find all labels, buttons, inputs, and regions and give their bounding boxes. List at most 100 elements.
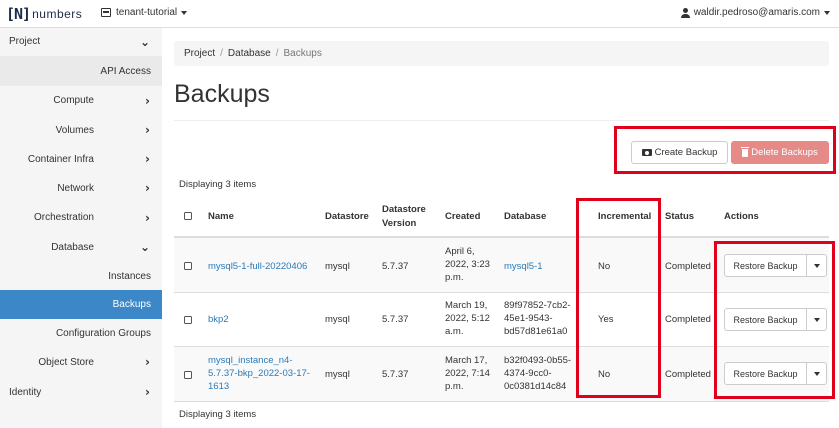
breadcrumb-separator: / — [275, 48, 279, 59]
chevron-down-icon: ⌄ — [139, 240, 150, 254]
cell-created-line3: p.m. — [445, 381, 464, 392]
sidebar-item-label: Object Store — [38, 356, 94, 368]
breadcrumb-database[interactable]: Database — [228, 48, 271, 59]
logo-bracket: [N] — [6, 5, 31, 23]
sidebar-item-volumes[interactable]: Volumes › — [0, 115, 162, 145]
column-header-datastore[interactable]: Datastore — [325, 210, 369, 224]
cell-database-line2: 45e1-9543- — [504, 313, 553, 324]
highlight-box-restore-buttons — [714, 241, 835, 399]
row-checkbox[interactable] — [184, 316, 192, 324]
chevron-right-icon: › — [145, 93, 150, 108]
sidebar-item-container-infra[interactable]: Container Infra › — [0, 145, 162, 173]
sidebar-item-database[interactable]: Database ⌄ — [0, 232, 162, 262]
sidebar-item-label: Network — [57, 182, 94, 194]
item-count-top: Displaying 3 items — [179, 179, 257, 190]
chevron-right-icon: › — [145, 355, 150, 369]
cell-datastore: mysql — [325, 314, 350, 325]
database-link[interactable]: mysql5-1 — [504, 260, 543, 273]
user-menu-label: waldir.pedroso@amaris.com — [693, 7, 820, 18]
cell-created-line3: p.m. — [445, 272, 464, 283]
cell-database-line3: 0c0381d14c84 — [504, 381, 567, 392]
cell-created-line1: March 19, — [445, 300, 488, 311]
sidebar-item-compute[interactable]: Compute › — [0, 86, 162, 115]
user-menu[interactable]: waldir.pedroso@amaris.com — [680, 7, 830, 18]
sidebar-item-configuration-groups[interactable]: Configuration Groups — [0, 319, 162, 347]
sidebar-item-label: Container Infra — [27, 153, 94, 165]
sidebar-item-label: Configuration Groups — [55, 327, 151, 339]
cell-created-line1: April 6, — [445, 246, 475, 257]
cell-database-line3: bd57d81e61a0 — [504, 326, 568, 337]
breadcrumb: Project / Database / Backups — [174, 41, 829, 66]
sidebar-item-object-store[interactable]: Object Store › — [0, 347, 162, 377]
column-header-actions: Actions — [724, 211, 759, 222]
sidebar-item-label: API Access — [100, 65, 151, 77]
sidebar-item-label: Instances — [108, 270, 151, 282]
highlight-box-action-buttons — [614, 126, 836, 174]
cell-version: 5.7.37 — [382, 261, 409, 272]
chevron-right-icon: › — [145, 152, 150, 166]
backup-name-link-line3[interactable]: 1613 — [208, 380, 229, 393]
breadcrumb-separator: / — [220, 48, 223, 59]
cell-created-line2: 2022, 5:12 — [445, 313, 490, 324]
project-selector-label: tenant-tutorial — [116, 7, 178, 18]
cell-version: 5.7.37 — [382, 369, 409, 380]
user-icon — [680, 7, 690, 18]
column-header-status[interactable]: Status — [665, 210, 694, 224]
column-header-name[interactable]: Name — [208, 210, 234, 224]
sidebar-item-label: Backups — [112, 299, 151, 310]
sidebar-item-api-access[interactable]: API Access — [0, 56, 162, 86]
sidebar-item-instances[interactable]: Instances — [0, 262, 162, 290]
sidebar-item-label: Identity — [9, 386, 42, 398]
cell-database-line1: b32f0493-0b55- — [504, 355, 572, 366]
table-header: Name Datastore Datastore Version Created… — [174, 196, 829, 238]
cell-datastore: mysql — [325, 261, 350, 272]
breadcrumb-project[interactable]: Project — [184, 48, 215, 59]
select-all-checkbox[interactable] — [184, 212, 192, 220]
top-navbar: [N] numbers tenant-tutorial waldir.pedro… — [0, 0, 839, 28]
page-title: Backups — [174, 80, 270, 108]
cell-status: Completed — [665, 369, 711, 380]
sidebar-item-orchestration[interactable]: Orchestration › — [0, 203, 162, 232]
backup-name-link[interactable]: bkp2 — [208, 313, 229, 326]
caret-down-icon — [181, 10, 188, 15]
item-count-bottom: Displaying 3 items — [179, 409, 257, 420]
backup-name-link-line1[interactable]: mysql_instance_n4- — [208, 354, 293, 367]
cell-status: Completed — [665, 261, 711, 272]
sidebar: Project ⌄ API Access Compute › Volumes ›… — [0, 28, 162, 428]
cell-created-line2: 2022, 7:14 — [445, 368, 490, 379]
brand-logo[interactable]: [N] numbers — [6, 3, 82, 25]
column-header-datastore-version-line2[interactable]: Version — [382, 217, 416, 231]
sidebar-item-network[interactable]: Network › — [0, 173, 162, 203]
cell-database-line1: 89f97852-7cb2- — [504, 300, 571, 311]
breadcrumb-current: Backups — [283, 48, 322, 59]
title-divider — [174, 120, 829, 121]
sidebar-item-label: Orchestration — [33, 212, 94, 223]
cell-version: 5.7.37 — [382, 314, 409, 325]
row-checkbox[interactable] — [184, 371, 192, 379]
caret-down-icon — [824, 10, 830, 15]
column-header-created[interactable]: Created — [445, 210, 480, 224]
sidebar-item-identity[interactable]: Identity › — [0, 377, 162, 407]
column-header-database[interactable]: Database — [504, 210, 546, 224]
cell-datastore: mysql — [325, 369, 350, 380]
cell-created-line2: 2022, 3:23 — [445, 259, 490, 270]
sidebar-item-label: Project — [9, 36, 41, 47]
sidebar-item-label: Compute — [53, 95, 94, 106]
cell-database-line2: 4374-9cc0- — [504, 368, 552, 379]
backup-name-link-line2[interactable]: 5.7.37-bkp_2022-03-17- — [208, 367, 310, 380]
chevron-right-icon: › — [145, 123, 150, 137]
cell-status: Completed — [665, 314, 711, 325]
sidebar-item-backups[interactable]: Backups — [0, 290, 162, 319]
project-selector[interactable]: tenant-tutorial — [101, 7, 188, 18]
server-stack-icon — [101, 8, 111, 17]
sidebar-item-project[interactable]: Project ⌄ — [0, 28, 162, 55]
cell-created-line1: March 17, — [445, 355, 488, 366]
row-checkbox[interactable] — [184, 262, 192, 270]
backup-name-link[interactable]: mysql5-1-full-20220406 — [208, 260, 307, 273]
chevron-right-icon: › — [145, 210, 150, 225]
column-header-datastore-version-line1[interactable]: Datastore — [382, 203, 426, 217]
sidebar-item-label: Volumes — [55, 124, 94, 136]
cell-created-line3: a.m. — [445, 326, 464, 337]
chevron-right-icon: › — [145, 181, 150, 195]
logo-text: numbers — [32, 7, 83, 21]
